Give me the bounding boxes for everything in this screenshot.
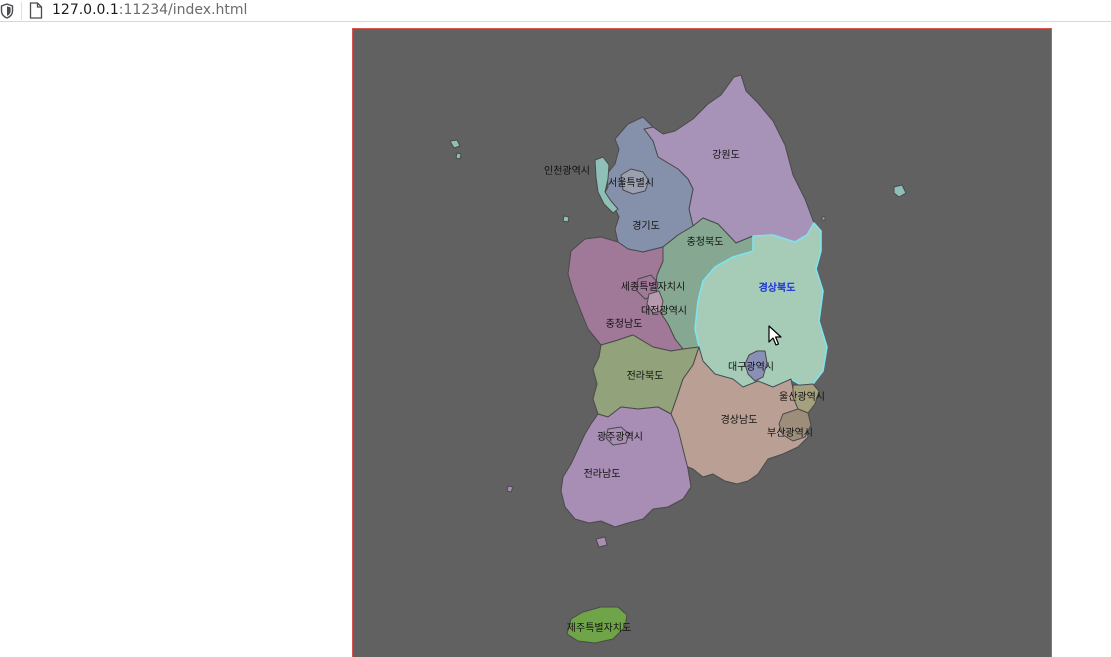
region-incheon-island-5[interactable] [821, 216, 826, 221]
label-ulsan: 울산광역시 [779, 391, 825, 403]
label-gyeongbuk: 경상북도 [759, 281, 796, 294]
label-jeonbuk: 전라북도 [627, 370, 664, 382]
browser-address-bar[interactable]: 127.0.0.1:11234/index.html [0, 0, 1111, 22]
label-jeonnam: 전라남도 [584, 468, 621, 480]
label-chungnam: 충청남도 [606, 318, 643, 330]
map-panel[interactable]: 강원도 인천광역시 서울특별시 경기도 충청북도 세종특별자치시 대전광역시 충… [352, 28, 1052, 657]
label-sejong: 세종특별자치시 [621, 281, 685, 293]
url-path: :11234/index.html [118, 2, 248, 18]
url-text[interactable]: 127.0.0.1:11234/index.html [52, 1, 247, 19]
url-host: 127.0.0.1 [52, 2, 119, 18]
label-gyeonggi: 경기도 [632, 219, 660, 232]
label-incheon: 인천광역시 [544, 165, 590, 177]
address-bar-divider [21, 2, 22, 20]
korea-map[interactable]: 강원도 인천광역시 서울특별시 경기도 충청북도 세종특별자치시 대전광역시 충… [353, 29, 1051, 657]
region-jeonnam-island-2[interactable] [506, 485, 514, 493]
label-gwangju: 광주광역시 [597, 431, 643, 443]
region-incheon-island-3[interactable] [562, 215, 570, 223]
label-seoul: 서울특별시 [608, 177, 654, 189]
label-chungbuk: 충청북도 [687, 236, 724, 248]
label-busan: 부산광역시 [767, 427, 813, 439]
region-jeonnam[interactable] [560, 406, 692, 528]
mouse-cursor-icon [768, 325, 782, 346]
region-incheon-island-1[interactable] [449, 139, 461, 149]
label-daegu: 대구광역시 [728, 361, 774, 373]
page-icon [29, 2, 43, 19]
region-incheon-island-4[interactable] [893, 184, 907, 198]
label-jeju: 제주특별자치도 [567, 622, 631, 634]
label-gyeongnam: 경상남도 [721, 413, 758, 426]
shield-icon[interactable] [0, 3, 14, 19]
region-incheon-island-2[interactable] [455, 152, 462, 160]
label-daejeon: 대전광역시 [641, 305, 687, 317]
label-gangwon: 강원도 [712, 149, 740, 161]
region-jeonnam-island-1[interactable] [595, 536, 608, 548]
